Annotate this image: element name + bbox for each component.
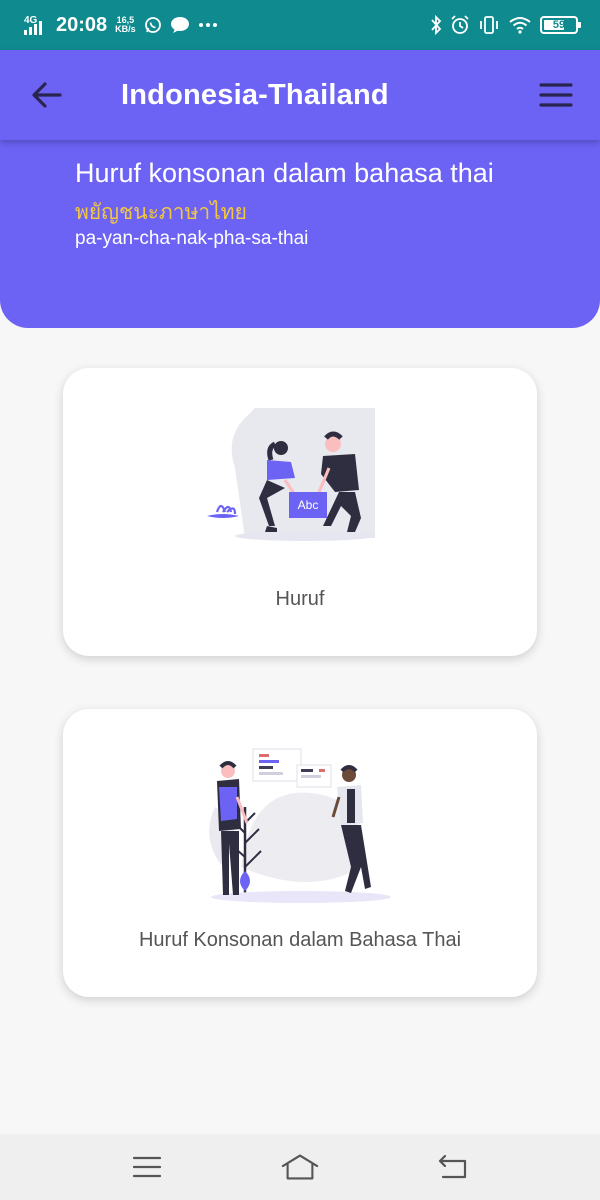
header-romanization: pa-yan-cha-nak-pha-sa-thai: [75, 228, 309, 249]
people-carrying-box-illustration: Abc: [207, 408, 375, 541]
status-bar-right: 59: [430, 15, 581, 35]
arrow-left-icon: [32, 82, 62, 108]
header-title: Huruf konsonan dalam bahasa thai: [75, 158, 494, 188]
back-nav-button[interactable]: [433, 1147, 473, 1187]
status-bar: 4G 20:08 16,5 KB/s 59: [0, 0, 600, 50]
network-speed-unit: KB/s: [115, 24, 136, 34]
status-bar-left: 4G 20:08 16,5 KB/s: [24, 14, 218, 37]
back-button[interactable]: [28, 75, 68, 115]
alarm-icon: [450, 15, 470, 35]
recents-button[interactable]: [127, 1147, 167, 1187]
status-time: 20:08: [56, 13, 108, 36]
bluetooth-icon: [430, 15, 442, 35]
home-icon: [281, 1154, 319, 1180]
menu-button[interactable]: [538, 77, 574, 113]
chat-bubble-icon: [170, 16, 190, 34]
card-huruf-konsonan[interactable]: Huruf Konsonan dalam Bahasa Thai: [63, 709, 537, 997]
network-speed: 16,5 KB/s: [115, 16, 136, 34]
battery-level: 59: [552, 19, 566, 31]
back-icon: [439, 1154, 467, 1179]
header-panel: Huruf konsonan dalam bahasa thai พยัญชนะ…: [0, 140, 600, 328]
system-nav-bar: [0, 1134, 600, 1200]
vibrate-icon: [478, 15, 500, 35]
hamburger-menu-icon: [539, 83, 573, 107]
app-title: Indonesia-Thailand: [121, 79, 389, 111]
whatsapp-icon: [144, 16, 162, 34]
recents-icon: [132, 1156, 161, 1178]
people-discussing-illustration: [209, 748, 391, 903]
wifi-icon: [508, 16, 532, 34]
card-label: Huruf Konsonan dalam Bahasa Thai: [138, 929, 462, 951]
card-huruf[interactable]: Abc Huruf: [63, 368, 537, 656]
signal-icon: 4G: [24, 14, 48, 36]
battery-icon: 59: [540, 16, 581, 34]
app-bar: Indonesia-Thailand: [0, 50, 600, 140]
home-button[interactable]: [280, 1147, 320, 1187]
card-label: Huruf: [275, 588, 325, 610]
more-dots-icon: [198, 22, 218, 28]
box-label: Abc: [298, 498, 319, 512]
header-thai-text: พยัญชนะภาษาไทย: [75, 200, 247, 224]
